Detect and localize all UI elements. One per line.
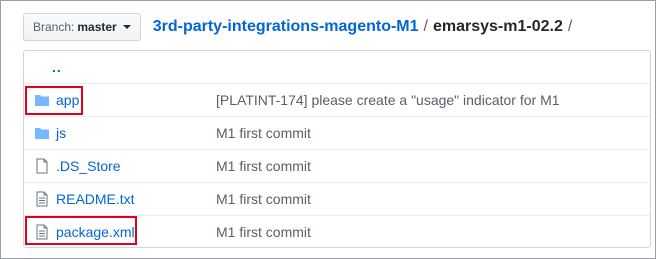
file-navigation: Branch: master 3rd-party-integrations-ma… [23,13,577,41]
branch-prefix-label: Branch: [33,20,75,34]
file-name-link[interactable]: README.txt [56,191,216,207]
file-row-ds-store[interactable]: .DS_Store M1 first commit [24,149,650,182]
breadcrumb-separator: / [423,18,428,35]
chevron-down-icon [122,25,131,29]
file-icon [24,191,56,207]
highlight-box-app [25,86,83,115]
file-name-link[interactable]: js [56,125,216,141]
screenshot-frame: Branch: master 3rd-party-integrations-ma… [0,0,656,259]
branch-selector-button[interactable]: Branch: master [23,13,141,41]
file-name-link[interactable]: .DS_Store [56,158,216,174]
file-icon [24,158,56,174]
commit-message-link[interactable]: [PLATINT-174] please create a "usage" in… [216,92,560,108]
breadcrumb-current-directory: emarsys-m1-02.2 [432,18,563,35]
parent-directory-row[interactable]: .. [24,51,650,83]
highlight-box-package-xml [25,216,137,245]
commit-message-link[interactable]: M1 first commit [216,158,311,174]
commit-message-link[interactable]: M1 first commit [216,191,311,207]
parent-directory-link[interactable]: .. [24,59,62,75]
commit-message-link[interactable]: M1 first commit [216,125,311,141]
breadcrumb-repo-link[interactable]: 3rd-party-integrations-magento-M1 [153,18,419,36]
breadcrumb: 3rd-party-integrations-magento-M1 / emar… [153,18,578,36]
breadcrumb-trailing-separator: / [567,18,573,35]
folder-icon [24,126,56,140]
file-row-js[interactable]: js M1 first commit [24,116,650,149]
commit-message-link[interactable]: M1 first commit [216,224,311,240]
branch-name-label: master [77,20,117,34]
file-row-app[interactable]: app [PLATINT-174] please create a "usage… [24,83,650,116]
file-row-readme[interactable]: README.txt M1 first commit [24,182,650,215]
